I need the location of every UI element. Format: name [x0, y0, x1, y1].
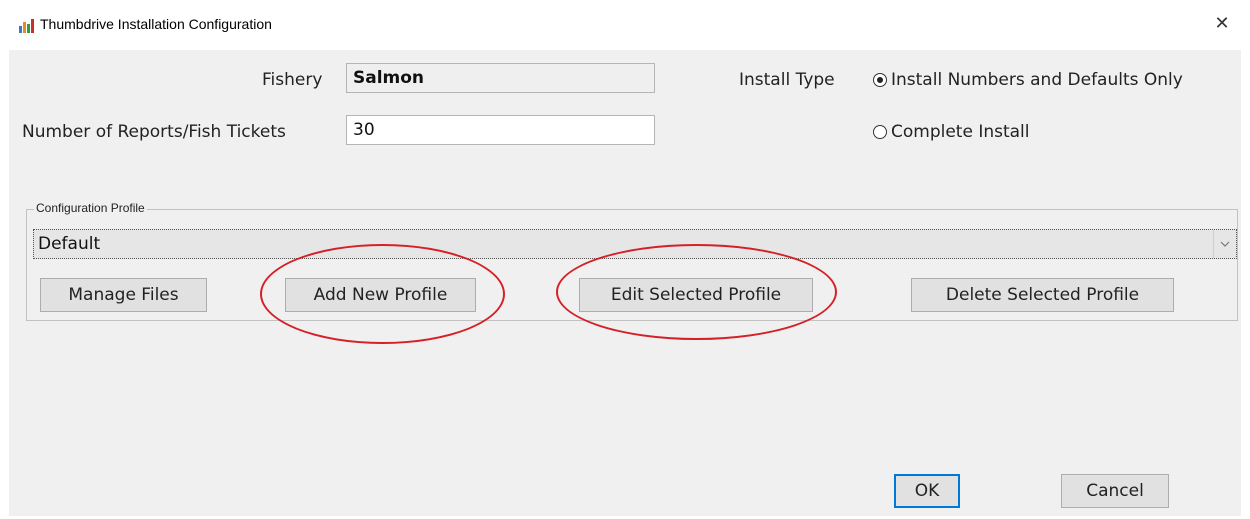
close-icon[interactable]: ✕	[1210, 10, 1234, 38]
profile-dropdown[interactable]: Default	[33, 229, 1237, 259]
group-label: Configuration Profile	[34, 201, 147, 215]
title-bar: Thumbdrive Installation Configuration ✕	[0, 0, 1250, 50]
radio-label: Install Numbers and Defaults Only	[891, 70, 1183, 90]
thumbdrive-app-icon	[18, 17, 34, 33]
fishery-field: Salmon	[346, 63, 655, 93]
radio-selected-icon	[873, 73, 887, 87]
add-new-profile-button[interactable]: Add New Profile	[285, 278, 476, 312]
window-title: Thumbdrive Installation Configuration	[40, 16, 272, 32]
configuration-profile-group: Configuration Profile Default Manage Fil…	[26, 201, 1238, 321]
radio-complete-install[interactable]: Complete Install	[873, 122, 1030, 142]
chevron-down-icon[interactable]	[1213, 230, 1236, 258]
ok-button[interactable]: OK	[894, 474, 960, 508]
dialog-window: Thumbdrive Installation Configuration ✕ …	[0, 0, 1250, 519]
install-type-label: Install Type	[739, 70, 835, 90]
delete-selected-profile-button[interactable]: Delete Selected Profile	[911, 278, 1174, 312]
profile-dropdown-value: Default	[38, 234, 101, 254]
cancel-button[interactable]: Cancel	[1061, 474, 1169, 508]
manage-files-button[interactable]: Manage Files	[40, 278, 207, 312]
edit-selected-profile-button[interactable]: Edit Selected Profile	[579, 278, 813, 312]
radio-install-numbers-defaults[interactable]: Install Numbers and Defaults Only	[873, 70, 1183, 90]
fishery-label: Fishery	[262, 70, 323, 90]
radio-label: Complete Install	[891, 122, 1030, 142]
reports-label: Number of Reports/Fish Tickets	[22, 122, 286, 142]
dialog-content: Fishery Salmon Number of Reports/Fish Ti…	[9, 50, 1241, 516]
reports-count-input[interactable]: 30	[346, 115, 655, 145]
radio-unselected-icon	[873, 125, 887, 139]
